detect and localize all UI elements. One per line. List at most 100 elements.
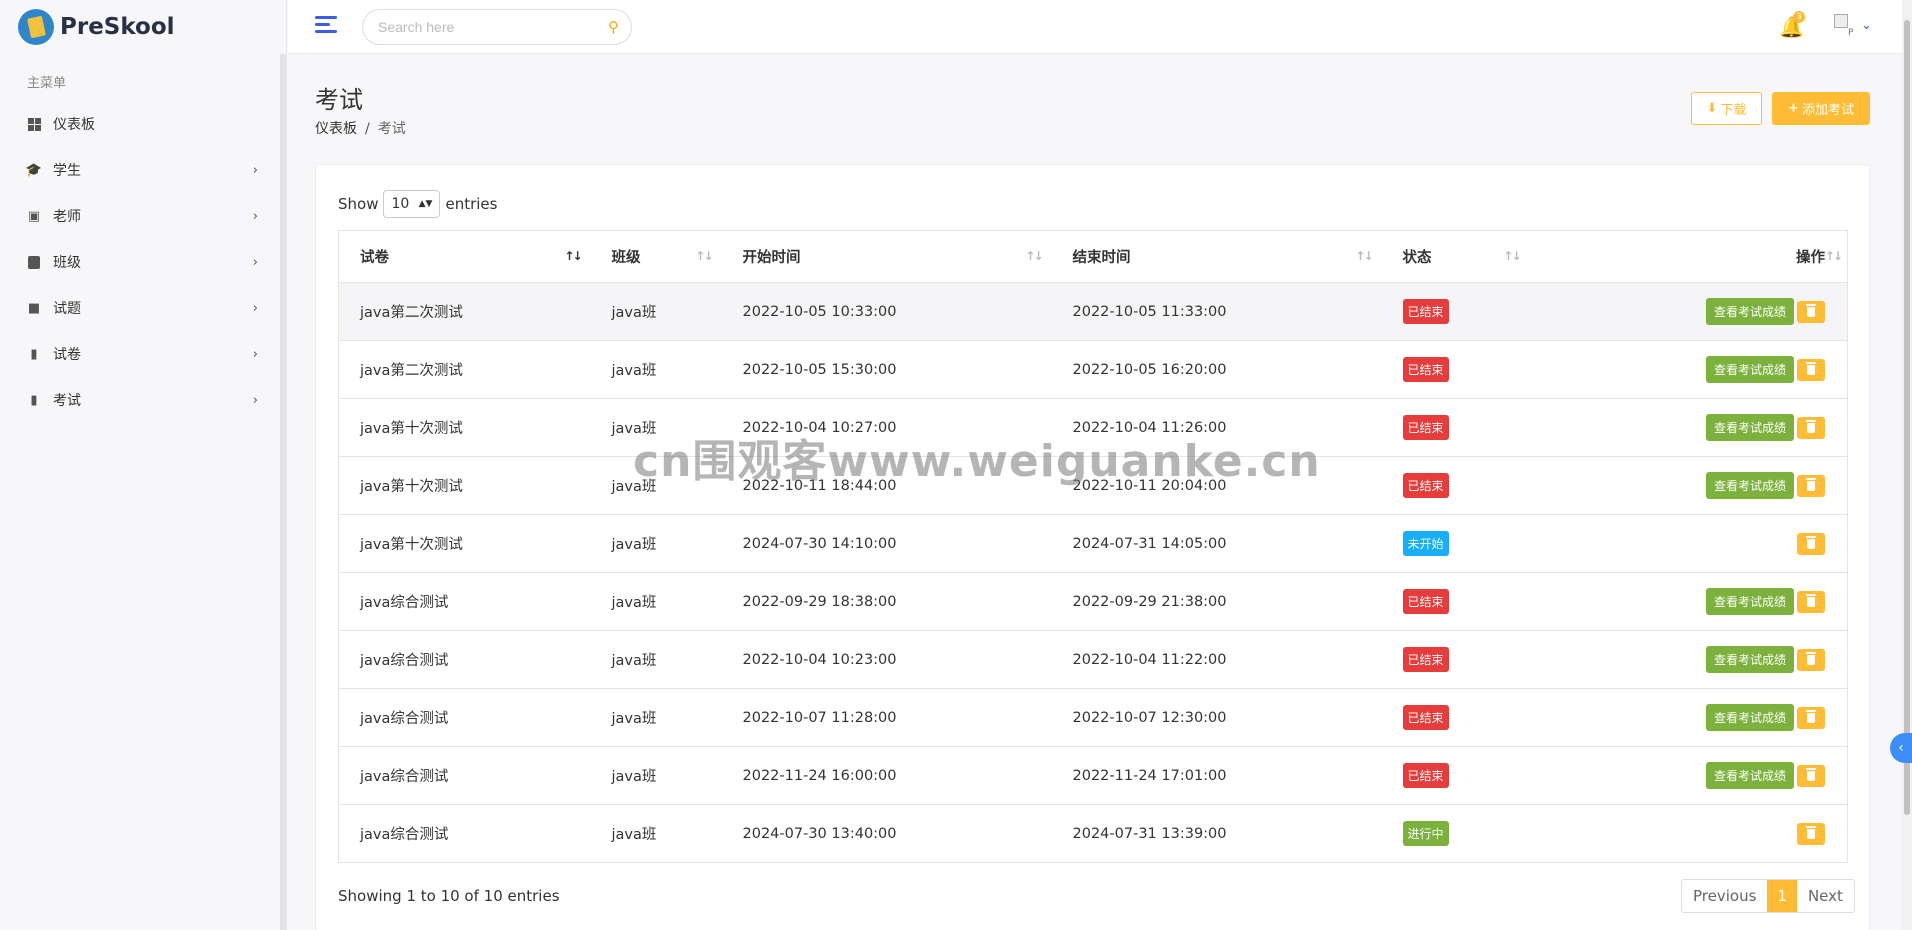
column-header-end[interactable]: 结束时间 ↑↓ (1051, 230, 1382, 283)
logo[interactable]: PreSkool (0, 0, 286, 54)
sidebar-item-label: 试题 (53, 301, 81, 317)
avatar-image (1834, 14, 1848, 28)
delete-button[interactable] (1797, 648, 1825, 671)
add-exam-button[interactable]: + 添加考试 (1772, 92, 1870, 125)
chevron-down-icon[interactable]: ⌄ (1861, 18, 1872, 33)
cell-actions (1529, 514, 1848, 573)
cell-end: 2022-10-05 16:20:00 (1051, 340, 1382, 399)
pagination-previous[interactable]: Previous (1682, 880, 1767, 912)
table-body: java第二次测试 java班 2022-10-05 10:33:00 2022-10… (338, 282, 1848, 863)
chevron-right-icon: › (252, 392, 258, 408)
avatar[interactable]: P (1834, 14, 1856, 40)
download-button[interactable]: ⬇ 下载 (1691, 92, 1762, 125)
status-badge: 已结束 (1402, 357, 1449, 382)
breadcrumb-link-dashboard[interactable]: 仪表板 (315, 121, 357, 137)
sidebar-item-6[interactable]: ▮ 考试 › (0, 377, 286, 423)
delete-button[interactable] (1797, 764, 1825, 787)
view-results-button[interactable]: 查看考试成绩 (1705, 646, 1794, 673)
top-header: ⚲ (288, 0, 1912, 54)
sidebar-item-2[interactable]: ▣ 老师 › (0, 193, 286, 239)
chevron-right-icon: › (252, 162, 258, 178)
sort-icon: ↑↓ (1503, 249, 1521, 263)
delete-button[interactable] (1797, 590, 1825, 613)
menu-title: 主菜单 (27, 76, 67, 91)
delete-button[interactable] (1797, 416, 1825, 439)
column-header-start[interactable]: 开始时间 ↑↓ (721, 230, 1052, 283)
sidebar-scrollbar[interactable] (280, 54, 286, 930)
table-row: java第二次测试 java班 2022-10-05 10:33:00 2022-10… (338, 282, 1848, 341)
delete-button[interactable] (1797, 474, 1825, 497)
status-badge: 已结束 (1402, 415, 1449, 440)
view-results-button[interactable]: 查看考试成绩 (1705, 762, 1794, 789)
cell-paper: java综合测试 (338, 688, 591, 747)
teacher-board-icon: ▣ (27, 208, 41, 224)
status-badge: 已结束 (1402, 763, 1449, 788)
delete-button[interactable] (1797, 300, 1825, 323)
page-scrollbar[interactable] (1902, 0, 1912, 930)
chevron-right-icon: › (252, 346, 258, 362)
sidebar-item-label: 仪表板 (53, 117, 95, 133)
cell-paper: java第十次测试 (338, 514, 591, 573)
cell-status: 已结束 (1381, 340, 1530, 399)
view-results-button[interactable]: 查看考试成绩 (1705, 414, 1794, 441)
sidebar-item-1[interactable]: 🎓 学生 › (0, 147, 286, 193)
column-header-actions[interactable]: 操作 ↑↓ (1529, 230, 1848, 283)
page-size-select[interactable]: 10 ▲▼ (383, 190, 441, 218)
pagination-next[interactable]: Next (1797, 880, 1854, 912)
view-results-button[interactable]: 查看考试成绩 (1705, 298, 1794, 325)
menu-toggle-icon[interactable] (315, 16, 337, 36)
chevron-right-icon: › (252, 300, 258, 316)
cell-class: java班 (590, 746, 722, 805)
sidebar-item-0[interactable]: 仪表板 (0, 101, 286, 147)
cell-actions: 查看考试成绩 (1529, 398, 1848, 457)
column-header-class[interactable]: 班级 ↑↓ (590, 230, 722, 283)
select-arrows-icon: ▲▼ (418, 199, 433, 209)
cell-end: 2022-10-04 11:26:00 (1051, 398, 1382, 457)
scrollbar-thumb[interactable] (1904, 20, 1910, 815)
sort-icon: ↑↓ (695, 249, 713, 263)
sort-asc-icon: ↑↓ (564, 249, 582, 263)
cell-end: 2024-07-31 14:05:00 (1051, 514, 1382, 573)
download-icon: ⬇ (1706, 101, 1718, 116)
cell-start: 2024-07-30 14:10:00 (721, 514, 1052, 573)
column-header-paper[interactable]: 试卷 ↑↓ (338, 230, 591, 283)
chevron-right-icon: › (252, 208, 258, 224)
sidebar-item-4[interactable]: ■ 试题 › (0, 285, 286, 331)
chevron-left-icon[interactable]: ‹ (1890, 733, 1912, 763)
sidebar-item-5[interactable]: ▮ 试卷 › (0, 331, 286, 377)
notification-bell-icon[interactable]: 🔔 3 (1779, 11, 1805, 39)
student-cap-icon: 🎓 (25, 162, 43, 178)
view-results-button[interactable]: 查看考试成绩 (1705, 356, 1794, 383)
logo-icon (18, 9, 54, 45)
delete-button[interactable] (1797, 706, 1825, 729)
breadcrumb-current: 考试 (377, 121, 406, 137)
cell-class: java班 (590, 630, 722, 689)
view-results-button[interactable]: 查看考试成绩 (1705, 704, 1794, 731)
cell-actions: 查看考试成绩 (1529, 340, 1848, 399)
table-row: java综合测试 java班 2022-11-24 16:00:00 2022-11-… (338, 746, 1848, 805)
delete-button[interactable] (1797, 358, 1825, 381)
table-row: java综合测试 java班 2022-10-07 11:28:00 2022-10-… (338, 688, 1848, 747)
pagination-page-1[interactable]: 1 (1767, 880, 1797, 912)
column-header-status[interactable]: 状态 ↑↓ (1381, 230, 1530, 283)
cell-end: 2024-07-31 13:39:00 (1051, 804, 1382, 863)
cell-start: 2022-10-11 18:44:00 (721, 456, 1052, 515)
table-row: java综合测试 java班 2022-10-04 10:23:00 2022-10-… (338, 630, 1848, 689)
cell-end: 2022-10-11 20:04:00 (1051, 456, 1382, 515)
view-results-button[interactable]: 查看考试成绩 (1705, 588, 1794, 615)
show-label: Show (338, 195, 379, 213)
sidebar-item-label: 试卷 (53, 347, 81, 363)
delete-button[interactable] (1797, 822, 1825, 845)
search-input[interactable] (378, 19, 608, 35)
search-bar[interactable]: ⚲ (362, 9, 632, 45)
table-row: java综合测试 java班 2022-09-29 18:38:00 2022-09-… (338, 572, 1848, 631)
cell-class: java班 (590, 340, 722, 399)
entries-label: entries (445, 195, 498, 213)
cell-start: 2022-10-04 10:27:00 (721, 398, 1052, 457)
sidebar-item-3[interactable]: 班级 › (0, 239, 286, 285)
view-results-button[interactable]: 查看考试成绩 (1705, 472, 1794, 499)
search-icon[interactable]: ⚲ (608, 18, 619, 36)
cell-status: 已结束 (1381, 746, 1530, 805)
delete-button[interactable] (1797, 532, 1825, 555)
download-label: 下载 (1720, 103, 1747, 118)
